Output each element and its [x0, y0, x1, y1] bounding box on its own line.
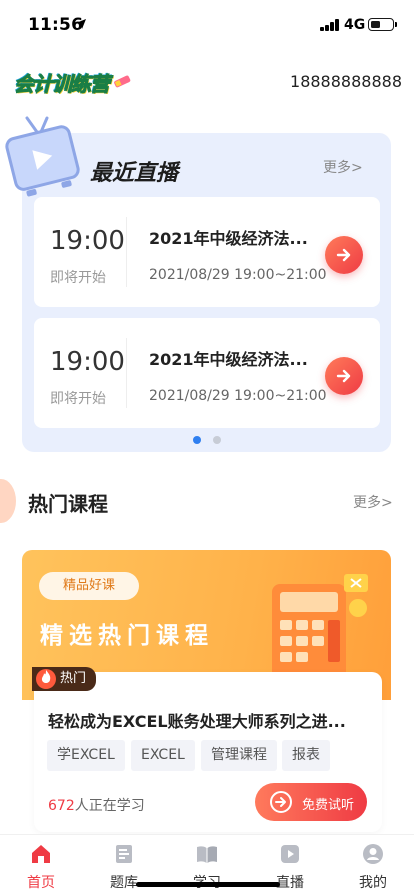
- enter-live-button[interactable]: [325, 357, 363, 395]
- tab-home[interactable]: 首页: [0, 835, 82, 896]
- free-trial-label: 免费试听: [302, 798, 355, 813]
- hot-tag: 热门: [32, 667, 96, 691]
- live-item-range: 2021/08/29 19:00~21:00: [149, 267, 327, 283]
- live-item-title: 2021年中级经济法...: [149, 350, 308, 369]
- tv-icon: [5, 116, 80, 197]
- pager-dot[interactable]: [213, 436, 221, 444]
- learner-count-number: 672: [48, 798, 75, 814]
- live-pager: [193, 436, 223, 444]
- learner-count-suffix: 人正在学习: [74, 798, 145, 814]
- user-icon: [363, 844, 383, 864]
- enter-live-button[interactable]: [325, 236, 363, 274]
- home-icon: [32, 845, 50, 863]
- pager-dot-active[interactable]: [193, 436, 201, 444]
- app-logo[interactable]: 会计训练营: [12, 64, 132, 102]
- location-arrow-icon: [76, 19, 86, 29]
- signal-icon: [320, 19, 340, 31]
- live-item-title: 2021年中级经济法...: [149, 229, 308, 248]
- arrow-right-icon: [336, 248, 351, 262]
- banner-title: 精选热门课程: [40, 623, 214, 649]
- live-item[interactable]: 19:00 即将开始 2021年中级经济法... 2021/08/29 19:0…: [34, 197, 380, 307]
- tab-profile[interactable]: 我的: [332, 835, 414, 896]
- tab-label: 我的: [359, 875, 387, 891]
- learner-count: 672人正在学习: [48, 795, 145, 815]
- flame-icon: [36, 669, 56, 689]
- course-tag: 报表: [282, 740, 330, 771]
- free-trial-button[interactable]: 免费试听: [255, 783, 367, 821]
- hot-tag-label: 热门: [60, 671, 87, 686]
- battery-tip: [395, 22, 397, 27]
- home-indicator: [136, 882, 280, 887]
- question-bank-icon: [116, 845, 132, 863]
- arrow-circle-icon: [270, 791, 292, 813]
- arrow-right-icon: [336, 369, 351, 383]
- app-screen: 11:56 4G 会计训练营 18888888888 最近直播 更多> 19:0…: [0, 0, 414, 896]
- calculator-icon: [272, 574, 368, 680]
- course-title[interactable]: 轻松成为EXCEL账务处理大师系列之进...: [48, 708, 358, 732]
- logo-text: 会计训练营: [14, 72, 111, 97]
- course-tag: EXCEL: [131, 740, 195, 771]
- book-icon: [197, 846, 217, 863]
- pencil-icon: [114, 75, 131, 88]
- quality-badge: 精品好课: [39, 572, 139, 600]
- battery-icon: [368, 18, 394, 31]
- user-phone[interactable]: 18888888888: [290, 72, 402, 91]
- divider: [126, 338, 127, 408]
- tab-label: 首页: [27, 875, 55, 891]
- live-item[interactable]: 19:00 即将开始 2021年中级经济法... 2021/08/29 19:0…: [34, 318, 380, 428]
- hot-section-title: 热门课程: [28, 492, 108, 516]
- section-decoration: [0, 479, 16, 523]
- live-item-range: 2021/08/29 19:00~21:00: [149, 388, 327, 404]
- live-item-time: 19:00: [50, 226, 125, 256]
- live-item-time: 19:00: [50, 347, 125, 377]
- play-icon: [281, 845, 299, 863]
- app-header: 会计训练营 18888888888: [0, 56, 414, 112]
- course-tag: 管理课程: [201, 740, 277, 771]
- live-more-link[interactable]: 更多>: [323, 157, 363, 177]
- network-label: 4G: [344, 17, 366, 33]
- course-tag: 学EXCEL: [47, 740, 125, 771]
- hot-more-link[interactable]: 更多>: [353, 492, 393, 512]
- divider: [126, 217, 127, 287]
- live-item-status: 即将开始: [50, 270, 106, 286]
- live-item-status: 即将开始: [50, 391, 106, 407]
- live-section-title: 最近直播: [90, 161, 179, 186]
- status-bar: 11:56 4G: [0, 0, 414, 48]
